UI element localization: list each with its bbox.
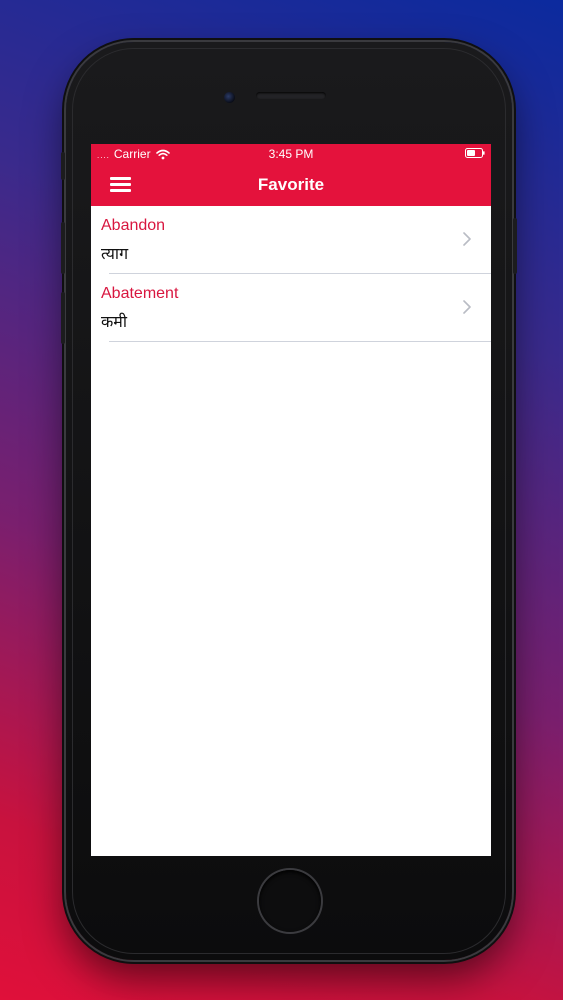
earpiece-speaker — [256, 92, 326, 99]
volume-up-button — [61, 222, 65, 274]
home-button[interactable] — [259, 870, 321, 932]
status-time: 3:45 PM — [268, 147, 314, 161]
row-divider — [109, 341, 491, 342]
navigation-bar: Favorite — [91, 163, 491, 206]
meaning-label: कमी — [101, 314, 128, 331]
favorites-list: Abandon त्याग Abatement कमी — [91, 206, 491, 342]
power-button — [513, 218, 517, 274]
meaning-label: त्याग — [101, 246, 129, 263]
page-title: Favorite — [257, 175, 325, 194]
chevron-right-icon — [463, 232, 471, 246]
status-bar: .... Carrier 3:45 PM — [91, 144, 491, 163]
chevron-right-icon — [463, 300, 471, 314]
battery-icon — [465, 148, 485, 158]
volume-down-button — [61, 292, 65, 344]
front-camera — [224, 92, 235, 103]
mute-switch — [61, 152, 65, 180]
word-label: Abandon — [101, 217, 166, 234]
word-label: Abatement — [101, 285, 179, 302]
favorite-row[interactable]: Abandon त्याग — [91, 206, 491, 274]
favorite-row[interactable]: Abatement कमी — [91, 274, 491, 342]
app-screen: .... Carrier 3:45 PM Favorite Abandon त्… — [91, 144, 491, 856]
